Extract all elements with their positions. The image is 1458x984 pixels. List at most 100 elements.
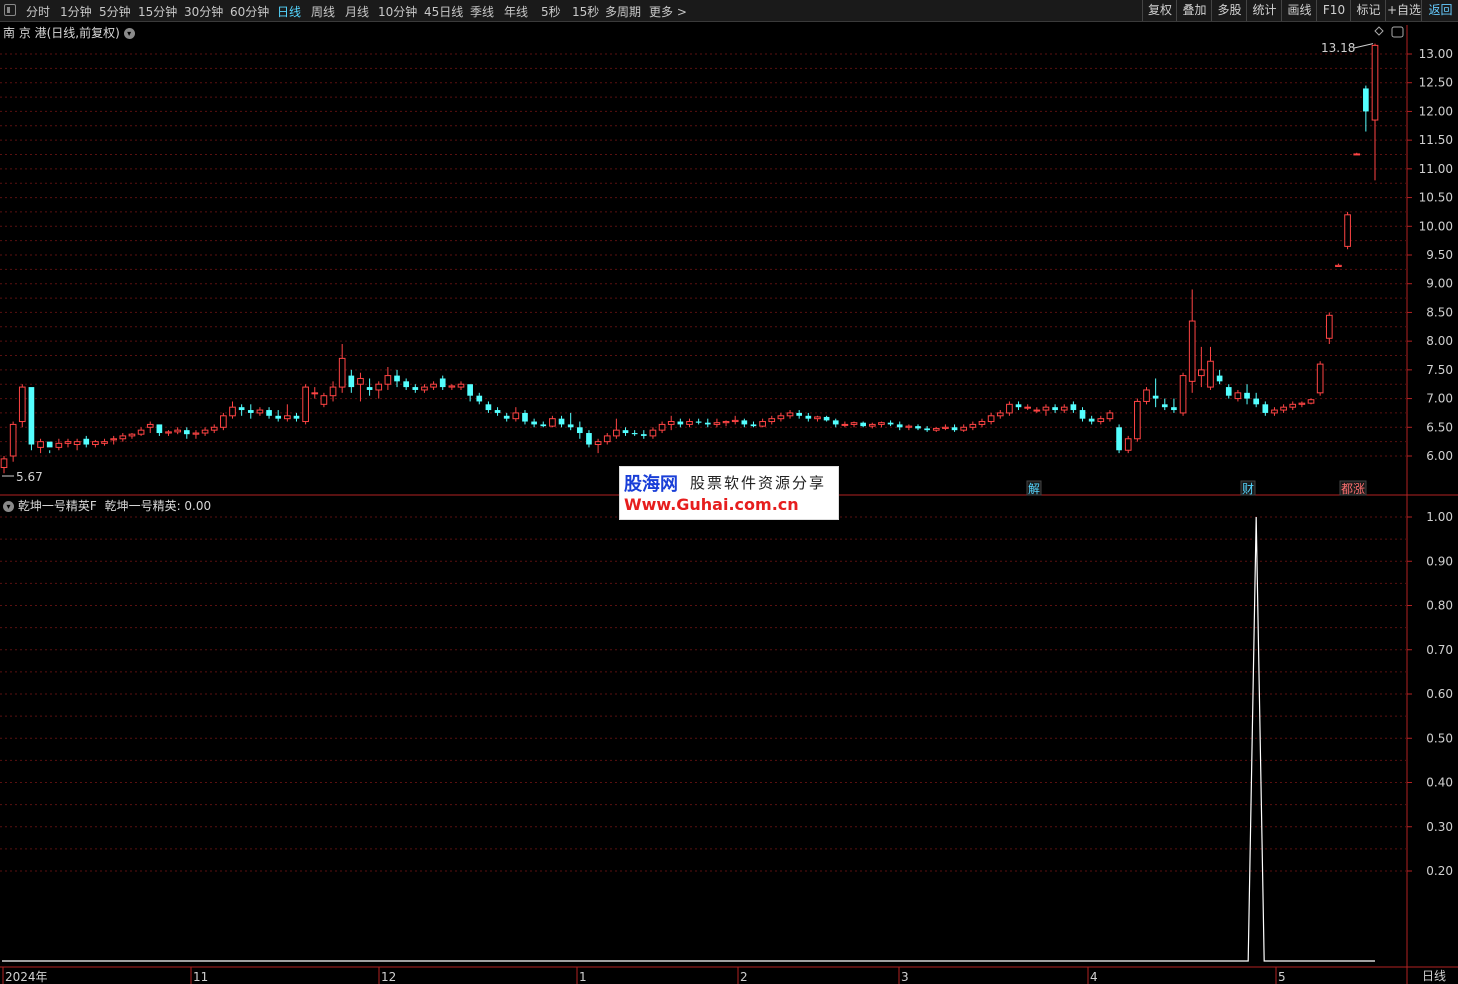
indicator-tick-label: 0.40	[1426, 776, 1453, 790]
candle-body	[960, 426, 968, 431]
period-tab-daily[interactable]: 日线	[277, 3, 301, 20]
statistics-button[interactable]: 统计	[1246, 0, 1282, 21]
candle-body	[503, 415, 510, 419]
candle-body	[1198, 369, 1205, 377]
candle-body	[485, 404, 492, 411]
window-layout-icon[interactable]	[4, 4, 16, 16]
candle-body	[1244, 392, 1250, 399]
period-tab-30min[interactable]: 30分钟	[184, 3, 223, 20]
candle-body	[329, 386, 337, 397]
period-tab-quarterly[interactable]: 季线	[470, 3, 494, 20]
more-periods-button[interactable]: 更多 >	[649, 3, 687, 20]
candle-body	[55, 442, 63, 448]
candle-body	[1271, 409, 1278, 414]
mark-button[interactable]: 标记	[1350, 0, 1386, 21]
price-tick-label: 11.00	[1419, 162, 1453, 176]
fuquan-button[interactable]: 复权	[1142, 0, 1177, 21]
indicator-tick-label: 0.60	[1426, 687, 1453, 701]
multi-stock-button[interactable]: 多股	[1211, 0, 1247, 21]
draw-line-button[interactable]: 画线	[1281, 0, 1317, 21]
candle-body	[311, 392, 319, 395]
candle-body	[146, 423, 154, 428]
period-tab-monthly[interactable]: 月线	[345, 3, 369, 20]
f10-button[interactable]: F10	[1316, 0, 1351, 21]
candle-body	[275, 415, 282, 419]
period-tab-yearly[interactable]: 年线	[504, 3, 528, 20]
price-tick-label: 13.00	[1419, 47, 1453, 61]
period-tab-5sec[interactable]: 5秒	[541, 3, 561, 20]
chevron-down-icon[interactable]: ▾	[3, 501, 14, 512]
candle-body	[220, 415, 227, 428]
event-marker: 都涨	[1341, 481, 1365, 496]
candle-body	[796, 412, 803, 416]
overlay-button[interactable]: 叠加	[1176, 0, 1212, 21]
candle-body	[247, 410, 254, 413]
diamond-icon	[1374, 26, 1384, 36]
candle-body	[1307, 399, 1315, 404]
candle-body	[284, 415, 291, 420]
candle-body	[951, 427, 958, 431]
candle-body	[942, 426, 949, 429]
candle-body	[18, 386, 26, 423]
candle-body	[293, 415, 300, 419]
price-tick-label: 7.50	[1426, 363, 1453, 377]
candle-body	[868, 423, 876, 427]
period-tab-10min[interactable]: 10分钟	[378, 3, 417, 20]
candle-body	[759, 421, 766, 427]
candle-body	[1188, 320, 1196, 382]
candle-body	[549, 418, 556, 427]
candle-body	[1006, 403, 1013, 414]
candle-body	[522, 412, 528, 422]
candle-body	[229, 406, 236, 417]
time-tick-label: 2024年	[5, 970, 48, 984]
candle-body	[805, 415, 812, 419]
time-tick-label: 1	[579, 970, 587, 984]
period-tab-5min[interactable]: 5分钟	[99, 3, 131, 20]
candle-body	[531, 421, 537, 425]
indicator-tick-label: 0.20	[1426, 864, 1453, 878]
candle-body	[750, 424, 757, 427]
candle-body	[850, 422, 858, 425]
price-tick-label: 8.50	[1426, 305, 1453, 319]
candle-body	[786, 412, 794, 417]
indicator-tick-label: 1.00	[1426, 510, 1453, 524]
candle-body	[1344, 214, 1351, 247]
event-marker: 解	[1028, 482, 1040, 496]
back-button[interactable]: 返回	[1421, 0, 1458, 21]
candle-body	[394, 375, 400, 382]
candle-body	[110, 438, 118, 441]
period-tab-15sec[interactable]: 15秒	[572, 3, 599, 20]
candle-body	[1234, 392, 1242, 400]
time-tick-label: 3	[901, 970, 909, 984]
period-tab-45day[interactable]: 45日线	[424, 3, 463, 20]
chevron-down-icon[interactable]: ▾	[123, 28, 135, 39]
candle-body	[92, 441, 99, 446]
candle-body	[631, 433, 638, 435]
period-tab-1min[interactable]: 1分钟	[60, 3, 92, 20]
candle-body	[421, 386, 428, 391]
watermark-url: Www.Guhai.com.cn	[624, 495, 799, 514]
period-toolbar: 分时 1分钟 5分钟 15分钟 30分钟 60分钟 日线 周线 月线 10分钟 …	[0, 0, 1458, 22]
candle-body	[64, 441, 72, 444]
period-tab-weekly[interactable]: 周线	[311, 3, 335, 20]
candle-body	[658, 423, 666, 431]
candle-body	[1262, 404, 1269, 413]
candle-body	[924, 428, 930, 431]
stock-title-text: 南 京 港(日线,前复权)	[3, 26, 120, 40]
period-tab-multi[interactable]: 多周期	[605, 3, 641, 20]
candle-body	[1216, 375, 1223, 382]
period-tab-60min[interactable]: 60分钟	[230, 3, 269, 20]
candle-body	[576, 427, 583, 434]
candle-body	[1070, 404, 1077, 411]
price-tick-label: 10.00	[1419, 219, 1453, 233]
candle-body	[969, 423, 977, 428]
period-tab-15min[interactable]: 15分钟	[138, 3, 177, 20]
candle-body	[1371, 44, 1379, 121]
add-watchlist-button[interactable]: +自选	[1385, 0, 1422, 21]
candle-body	[932, 427, 940, 431]
candle-body	[192, 432, 200, 435]
candle-body	[439, 378, 446, 388]
price-tick-label: 6.50	[1426, 420, 1453, 434]
period-tab-fenshi[interactable]: 分时	[26, 3, 50, 20]
candle-body	[649, 429, 657, 437]
